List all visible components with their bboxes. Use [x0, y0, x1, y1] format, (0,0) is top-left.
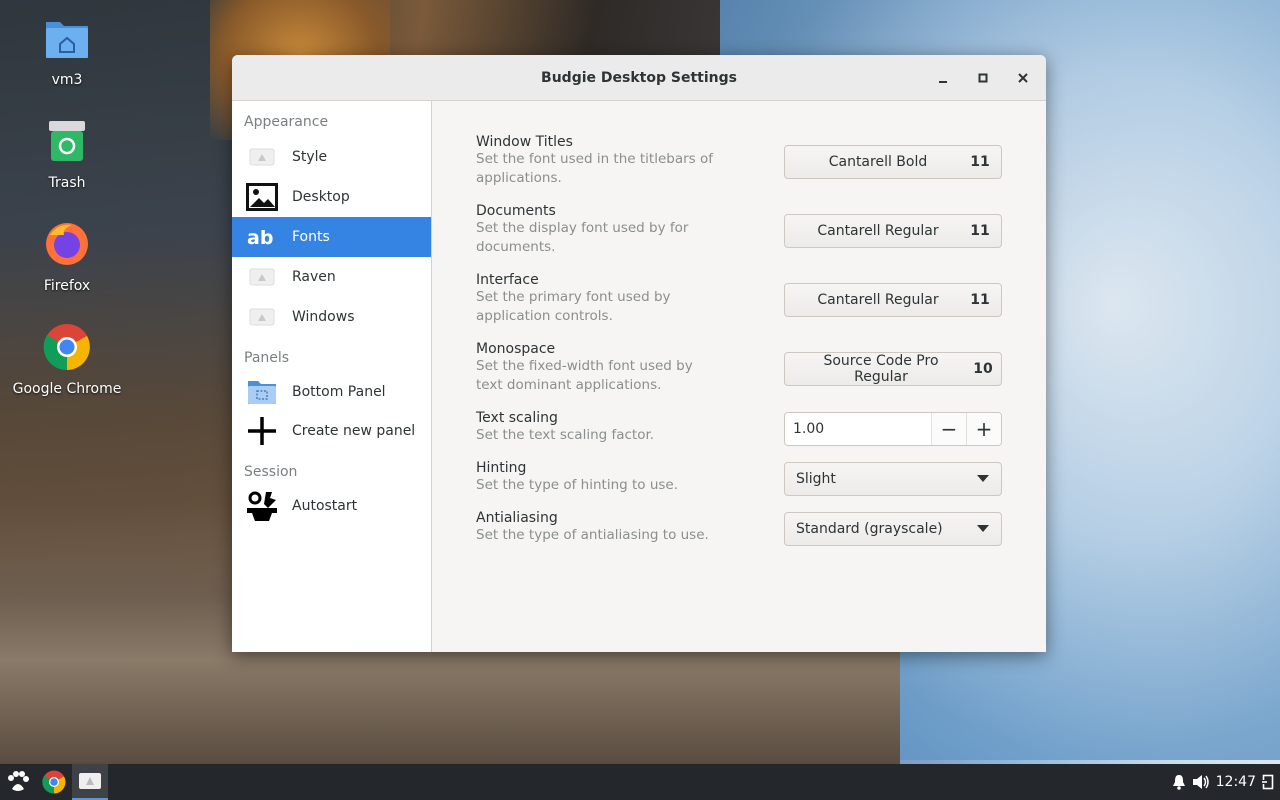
setting-description: Set the text scaling factor. [476, 427, 655, 443]
text-scaling-input[interactable]: 1.00 [785, 413, 931, 445]
setting-description: Set the type of antialiasing to use. [476, 527, 709, 543]
setting-description: Set the fixed-width font used by text do… [476, 358, 693, 393]
font-name: Source Code Pro Regular [823, 353, 939, 385]
desktop-icon-chrome[interactable]: Google Chrome [0, 317, 134, 420]
monospace-font-button[interactable]: Source Code Pro Regular 10 [784, 352, 1002, 386]
style-placeholder-icon [246, 141, 278, 173]
budgie-paw-icon [8, 771, 29, 791]
antialiasing-selected: Standard (grayscale) [796, 521, 943, 537]
font-name: Cantarell Bold [828, 154, 928, 170]
sidebar: Appearance Style Desktop ab Fonts Raven … [232, 101, 432, 652]
sidebar-heading-session: Session [244, 464, 298, 480]
desktop-icon-label: vm3 [51, 72, 83, 88]
sidebar-item-label: Raven [292, 269, 336, 285]
window-titles-font-button[interactable]: Cantarell Bold 11 [784, 145, 1002, 179]
chrome-icon [42, 770, 66, 794]
desktop-icon-trash[interactable]: Trash [0, 111, 134, 214]
budgie-menu-button[interactable] [0, 764, 36, 800]
titlebar[interactable]: Budgie Desktop Settings [232, 55, 1046, 101]
dropdown-arrow-icon [965, 475, 1001, 483]
text-scaling-spinbutton: 1.00 − + [784, 412, 1002, 446]
notification-bell-icon[interactable] [1172, 774, 1186, 790]
desktop-icon-label: Trash [48, 175, 86, 191]
plus-icon [246, 415, 278, 447]
setting-description: Set the display font used by for documen… [476, 220, 689, 255]
sidebar-item-label: Autostart [292, 498, 358, 514]
font-size: 11 [970, 292, 990, 308]
taskbar: 12:47 [0, 764, 1280, 800]
desktop-icon-label: Firefox [43, 278, 91, 294]
settings-window: Budgie Desktop Settings Appearance Style [232, 55, 1046, 652]
interface-font-button[interactable]: Cantarell Regular 11 [784, 283, 1002, 317]
sidebar-item-label: Create new panel [292, 423, 416, 439]
font-size: 11 [970, 154, 990, 170]
volume-icon[interactable] [1192, 774, 1210, 790]
window-title: Budgie Desktop Settings [541, 69, 737, 86]
close-icon [1018, 73, 1028, 83]
sidebar-item-label: Style [292, 149, 328, 165]
sidebar-item-label: Bottom Panel [292, 384, 386, 400]
sidebar-heading-panels: Panels [244, 350, 290, 366]
font-name: Cantarell Regular [817, 223, 939, 239]
hinting-dropdown[interactable]: Slight [784, 462, 1002, 496]
sidebar-item-label: Desktop [292, 189, 350, 205]
desktop-icon-label: Google Chrome [12, 381, 122, 397]
panel-folder-icon [246, 376, 278, 408]
documents-font-button[interactable]: Cantarell Regular 11 [784, 214, 1002, 248]
taskbar-chrome[interactable] [36, 764, 72, 800]
taskbar-settings-window[interactable] [72, 764, 108, 800]
minimize-button[interactable] [928, 63, 958, 93]
settings-placeholder-icon [79, 773, 101, 789]
minimize-icon [939, 81, 947, 83]
fonts-ab-icon: ab [246, 221, 278, 253]
desktop-image-icon [246, 181, 278, 213]
setting-description: Set the font used in the titlebars of ap… [476, 151, 713, 186]
sidebar-item-windows[interactable]: Windows [232, 297, 431, 337]
close-button[interactable] [1008, 63, 1038, 93]
increase-button[interactable]: + [966, 413, 1001, 445]
sidebar-heading-appearance: Appearance [244, 114, 329, 130]
fonts-content: Window Titles Set the font used in the t… [432, 101, 1046, 652]
desktop-icons: vm3 Trash Firefox Google Chrome [0, 8, 134, 420]
raven-placeholder-icon [246, 261, 278, 293]
sidebar-item-fonts[interactable]: ab Fonts [232, 217, 431, 257]
sidebar-item-style[interactable]: Style [232, 137, 431, 177]
sidebar-item-raven[interactable]: Raven [232, 257, 431, 297]
trash-icon [41, 115, 93, 167]
clock[interactable]: 12:47 [1216, 774, 1256, 790]
setting-description: Set the primary font used by application… [476, 289, 671, 324]
maximize-icon [978, 73, 988, 83]
font-size: 11 [970, 223, 990, 239]
home-folder-icon [41, 12, 93, 64]
decrease-button[interactable]: − [931, 413, 966, 445]
sidebar-item-desktop[interactable]: Desktop [232, 177, 431, 217]
power-icon[interactable] [1262, 774, 1274, 790]
setting-description: Set the type of hinting to use. [476, 477, 679, 493]
sidebar-item-label: Windows [292, 309, 355, 325]
system-tray: 12:47 [1172, 764, 1280, 800]
firefox-icon [41, 218, 93, 270]
svg-text:ab: ab [247, 227, 273, 248]
maximize-button[interactable] [968, 63, 998, 93]
antialiasing-dropdown[interactable]: Standard (grayscale) [784, 512, 1002, 546]
font-name: Cantarell Regular [817, 292, 939, 308]
desktop-icon-vm3[interactable]: vm3 [0, 8, 134, 111]
sidebar-item-label: Fonts [292, 229, 330, 245]
desktop-icon-firefox[interactable]: Firefox [0, 214, 134, 317]
hinting-selected: Slight [796, 471, 836, 487]
dropdown-arrow-icon [965, 525, 1001, 533]
chrome-icon [41, 321, 93, 373]
font-size: 10 [973, 361, 993, 377]
autostart-tools-icon [246, 490, 278, 522]
sidebar-item-create-panel[interactable]: Create new panel [232, 411, 431, 451]
sidebar-item-bottom-panel[interactable]: Bottom Panel [232, 373, 431, 411]
windows-placeholder-icon [246, 301, 278, 333]
sidebar-item-autostart[interactable]: Autostart [232, 487, 431, 525]
